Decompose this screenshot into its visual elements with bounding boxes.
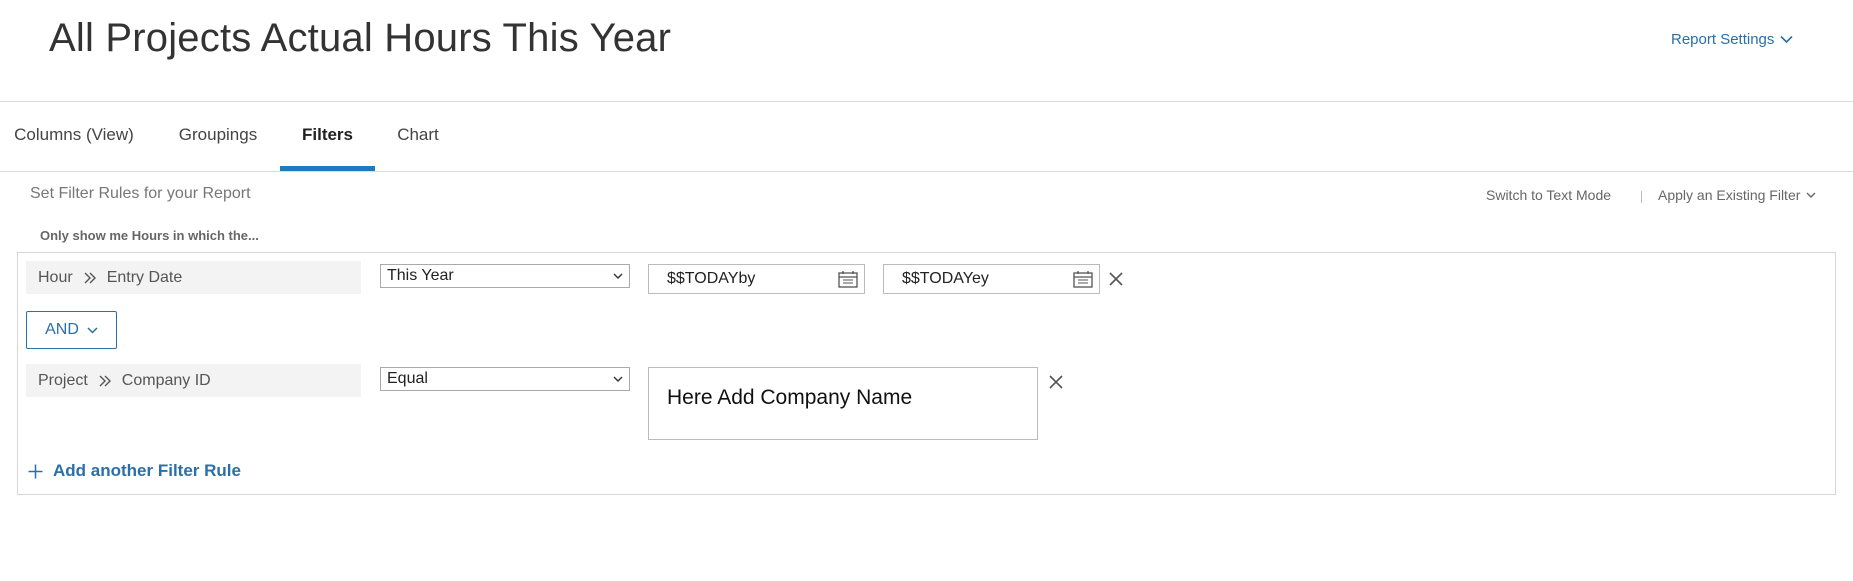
field-name-label: Company ID bbox=[121, 371, 211, 389]
connector-label: AND bbox=[45, 321, 79, 338]
chevron-down-icon bbox=[1806, 192, 1816, 198]
operator-select-entry-date[interactable]: This Year bbox=[380, 264, 630, 288]
filter-field-project-company-id[interactable]: Project Company ID bbox=[26, 364, 361, 397]
operator-value: This Year bbox=[387, 267, 454, 284]
calendar-icon[interactable] bbox=[1073, 270, 1093, 288]
filter-rules-subhead: Set Filter Rules for your Report bbox=[30, 185, 251, 202]
plus-icon bbox=[28, 464, 43, 478]
chevron-down-icon bbox=[613, 273, 623, 279]
tab-filters[interactable]: Filters bbox=[280, 101, 375, 171]
field-object-label: Project bbox=[38, 371, 88, 389]
and-connector-dropdown[interactable]: AND bbox=[26, 311, 117, 349]
remove-rule-close-icon[interactable] bbox=[1049, 375, 1063, 389]
add-filter-rule-button[interactable]: Add another Filter Rule bbox=[28, 461, 241, 481]
report-header: All Projects Actual Hours This Year Repo… bbox=[0, 0, 1853, 102]
tab-chart[interactable]: Chart bbox=[391, 101, 445, 171]
end-date-value: $$TODAYey bbox=[902, 270, 989, 287]
operator-value: Equal bbox=[387, 370, 428, 387]
double-chevron-right-icon bbox=[84, 272, 96, 283]
apply-existing-filter-dropdown[interactable]: Apply an Existing Filter bbox=[1658, 187, 1816, 203]
operator-select-company-id[interactable]: Equal bbox=[380, 367, 630, 391]
field-object-label: Hour bbox=[38, 268, 73, 286]
report-settings-button[interactable]: Report Settings bbox=[1671, 31, 1793, 48]
chevron-down-icon bbox=[613, 376, 623, 382]
apply-existing-filter-label: Apply an Existing Filter bbox=[1658, 187, 1801, 203]
tab-columns-view[interactable]: Columns (View) bbox=[0, 101, 148, 171]
field-name-label: Entry Date bbox=[106, 268, 183, 286]
start-date-input[interactable]: $$TODAYby bbox=[648, 264, 865, 294]
remove-rule-close-icon[interactable] bbox=[1109, 272, 1123, 286]
end-date-input[interactable]: $$TODAYey bbox=[883, 264, 1100, 294]
filter-field-hour-entry-date[interactable]: Hour Entry Date bbox=[26, 261, 361, 294]
company-value-textarea[interactable]: Here Add Company Name bbox=[648, 367, 1038, 440]
report-settings-label: Report Settings bbox=[1671, 31, 1775, 48]
calendar-icon[interactable] bbox=[838, 270, 858, 288]
tab-groupings[interactable]: Groupings bbox=[165, 101, 271, 171]
only-show-label: Only show me Hours in which the... bbox=[40, 228, 259, 243]
start-date-value: $$TODAYby bbox=[667, 270, 756, 287]
page-title: All Projects Actual Hours This Year bbox=[49, 16, 672, 60]
chevron-down-icon bbox=[1780, 35, 1793, 44]
double-chevron-right-icon bbox=[99, 375, 111, 386]
tab-bar: Columns (View) Groupings Filters Chart bbox=[0, 101, 1853, 172]
divider bbox=[1641, 191, 1642, 203]
switch-text-mode-link[interactable]: Switch to Text Mode bbox=[1486, 187, 1611, 203]
add-filter-rule-label: Add another Filter Rule bbox=[53, 461, 241, 480]
chevron-down-icon bbox=[87, 326, 98, 334]
